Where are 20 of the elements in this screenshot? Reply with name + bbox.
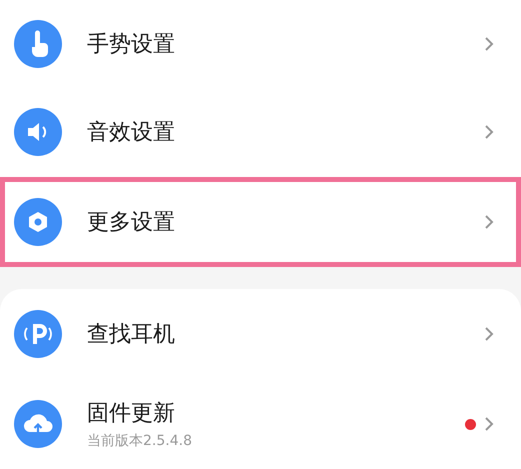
chevron-icon [484,214,494,230]
setting-label: 固件更新 [87,400,176,428]
chevron-icon [484,416,494,432]
speaker-icon [14,108,62,156]
settings-row[interactable]: 更多设置 [0,177,521,267]
setting-label: 手势设置 [87,30,176,58]
settings-row[interactable]: 手势设置 [0,0,521,87]
settings-row[interactable]: 查找耳机 [0,289,521,379]
chevron-icon [484,36,494,52]
hand-icon [14,20,62,68]
earbud-icon [14,310,62,358]
cloud-upload-icon [14,400,62,448]
settings-row[interactable]: 固件更新 当前版本2.5.4.8 [0,379,521,469]
settings-row[interactable]: 音效设置 [0,87,521,177]
setting-label: 更多设置 [87,209,176,237]
setting-label: 查找耳机 [87,321,176,349]
setting-label: 音效设置 [87,119,176,147]
chevron-icon [484,326,494,342]
chevron-icon [484,124,494,140]
version-text: 当前版本2.5.4.8 [87,432,193,450]
